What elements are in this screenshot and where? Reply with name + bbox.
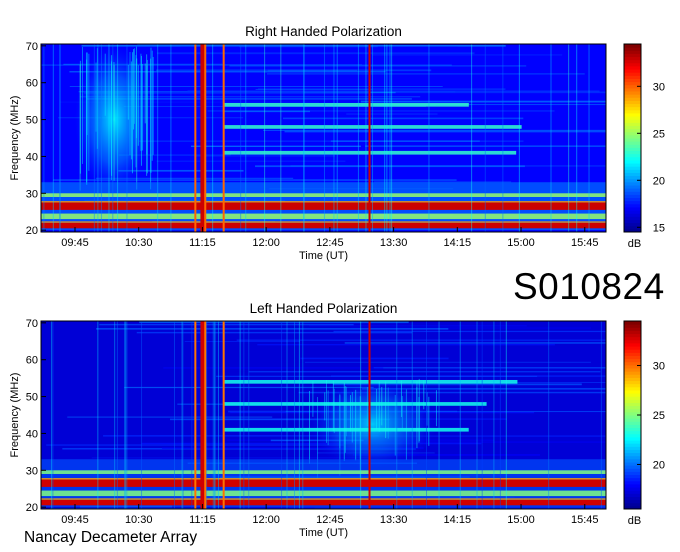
x-tick-label: 14:15 bbox=[444, 514, 472, 526]
y-tick-label: 50 bbox=[26, 115, 38, 127]
y-tick-label: 40 bbox=[26, 428, 38, 440]
y-tick-label: 50 bbox=[26, 392, 38, 404]
x-tick-label: 12:45 bbox=[316, 237, 344, 249]
y-tick-label: 60 bbox=[26, 78, 38, 90]
burst-line bbox=[204, 44, 207, 232]
panel-left-handed: Left Handed Polarization 20 30 40 50 60 70 Freq… bbox=[9, 301, 665, 539]
moderate-band bbox=[223, 402, 487, 406]
burst-line bbox=[222, 321, 225, 509]
colorbar-tick-label: 25 bbox=[653, 128, 665, 140]
observation-id: S010824 bbox=[513, 266, 665, 307]
y-axis-label: Frequency (MHz) bbox=[9, 373, 21, 458]
burst-line bbox=[368, 321, 371, 509]
chart-title: Left Handed Polarization bbox=[250, 301, 398, 316]
x-tick-label: 14:15 bbox=[444, 237, 472, 249]
colorbar-tick-label: 15 bbox=[653, 222, 665, 234]
y-tick-label: 30 bbox=[26, 465, 38, 477]
x-tick-label: 09:45 bbox=[61, 514, 89, 526]
x-tick-label: 12:00 bbox=[252, 237, 280, 249]
x-tick-label: 15:00 bbox=[507, 237, 535, 249]
x-tick-label: 11:15 bbox=[189, 237, 216, 249]
moderate-band bbox=[41, 193, 606, 197]
y-axis-label: Frequency (MHz) bbox=[9, 96, 21, 181]
y-tick-label: 40 bbox=[26, 151, 38, 163]
burst-line bbox=[200, 44, 205, 232]
x-tick-label: 09:45 bbox=[61, 237, 89, 249]
x-tick-label: 15:45 bbox=[571, 237, 599, 249]
colorbar-label: dB bbox=[628, 515, 641, 527]
colorbar-tick-label: 20 bbox=[653, 459, 665, 471]
moderate-band bbox=[223, 102, 469, 107]
y-tick-label: 70 bbox=[26, 318, 38, 330]
x-tick-label: 15:00 bbox=[507, 514, 535, 526]
burst-line bbox=[194, 44, 197, 232]
moderate-band bbox=[223, 427, 469, 432]
spectrogram-image bbox=[41, 321, 606, 509]
colorbar: 15 20 25 30 dB bbox=[623, 43, 665, 250]
spectrogram-image bbox=[41, 44, 606, 232]
moderate-band bbox=[41, 213, 606, 220]
colorbar-label: dB bbox=[628, 238, 641, 250]
colorbar: 20 25 30 dB bbox=[623, 320, 665, 527]
y-tick-label: 60 bbox=[26, 355, 38, 367]
x-tick-label: 11:15 bbox=[189, 514, 216, 526]
colorbar-tick-label: 25 bbox=[653, 410, 665, 422]
chart-title: Right Handed Polarization bbox=[245, 24, 402, 39]
colorbar-tick-label: 30 bbox=[653, 361, 665, 373]
burst-line bbox=[200, 321, 205, 509]
burst-line bbox=[222, 44, 225, 232]
x-tick-label: 12:00 bbox=[252, 514, 280, 526]
intense-band bbox=[41, 202, 606, 210]
burst-line bbox=[368, 44, 371, 232]
y-tick-label: 30 bbox=[26, 188, 38, 200]
instrument-name: Nancay Decameter Array bbox=[24, 529, 198, 546]
x-axis-label: Time (UT) bbox=[299, 250, 348, 262]
colorbar-tick-label: 20 bbox=[653, 175, 665, 187]
y-tick-label: 20 bbox=[26, 502, 38, 514]
burst-line bbox=[204, 321, 207, 509]
x-axis-label: Time (UT) bbox=[299, 527, 348, 539]
y-tick-label: 70 bbox=[26, 41, 38, 53]
panel-right-handed: Right Handed Polarization 20 30 40 50 60 70 Fre… bbox=[9, 24, 665, 262]
moderate-band bbox=[223, 379, 518, 384]
x-tick-label: 13:30 bbox=[380, 237, 408, 249]
colorbar-tick-label: 30 bbox=[653, 81, 665, 93]
burst-line bbox=[194, 321, 197, 509]
x-tick-label: 10:30 bbox=[125, 514, 153, 526]
x-tick-label: 15:45 bbox=[571, 514, 599, 526]
y-tick-label: 20 bbox=[26, 225, 38, 237]
x-tick-label: 12:45 bbox=[316, 514, 344, 526]
x-tick-label: 13:30 bbox=[380, 514, 408, 526]
x-tick-label: 10:30 bbox=[125, 237, 153, 249]
